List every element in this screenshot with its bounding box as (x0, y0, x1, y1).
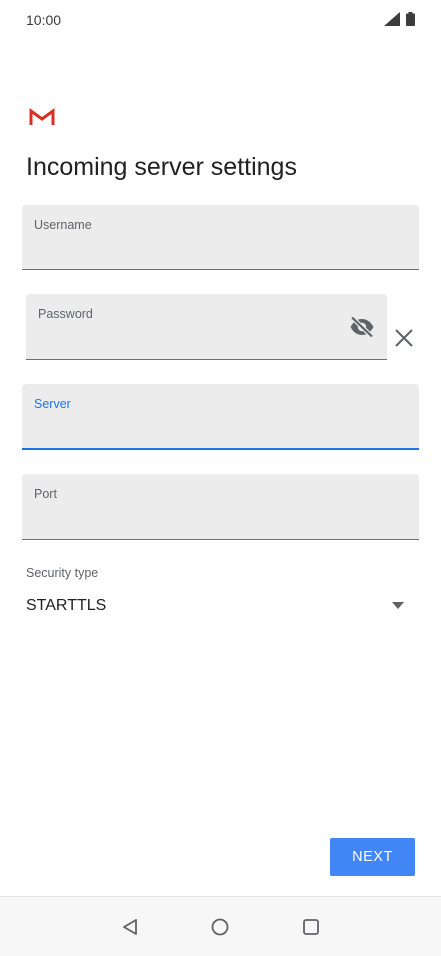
security-type-select[interactable]: STARTTLS (26, 597, 106, 615)
security-type-label: Security type (26, 566, 99, 580)
server-field[interactable]: Server (22, 384, 419, 450)
dropdown-arrow-icon[interactable] (392, 596, 404, 609)
signal-icon (384, 12, 400, 26)
password-field[interactable]: Password (26, 294, 387, 360)
visibility-off-icon[interactable] (349, 315, 375, 339)
recents-icon[interactable] (301, 917, 321, 937)
password-label: Password (38, 307, 93, 321)
password-input[interactable] (38, 331, 337, 353)
page-title: Incoming server settings (26, 153, 297, 181)
port-input[interactable] (34, 511, 407, 533)
username-input[interactable] (34, 241, 407, 263)
navigation-bar (0, 896, 441, 956)
gmail-logo (29, 108, 55, 131)
status-time: 10:00 (26, 12, 62, 28)
battery-icon (406, 12, 415, 26)
username-label: Username (34, 218, 92, 232)
username-field[interactable]: Username (22, 205, 419, 270)
next-button[interactable]: NEXT (330, 838, 415, 876)
server-label: Server (34, 397, 71, 411)
server-input[interactable] (34, 420, 407, 442)
home-icon[interactable] (210, 917, 230, 937)
status-icons (384, 12, 415, 26)
port-label: Port (34, 487, 57, 501)
close-icon[interactable] (393, 327, 415, 349)
back-icon[interactable] (120, 917, 140, 937)
port-field[interactable]: Port (22, 474, 419, 540)
